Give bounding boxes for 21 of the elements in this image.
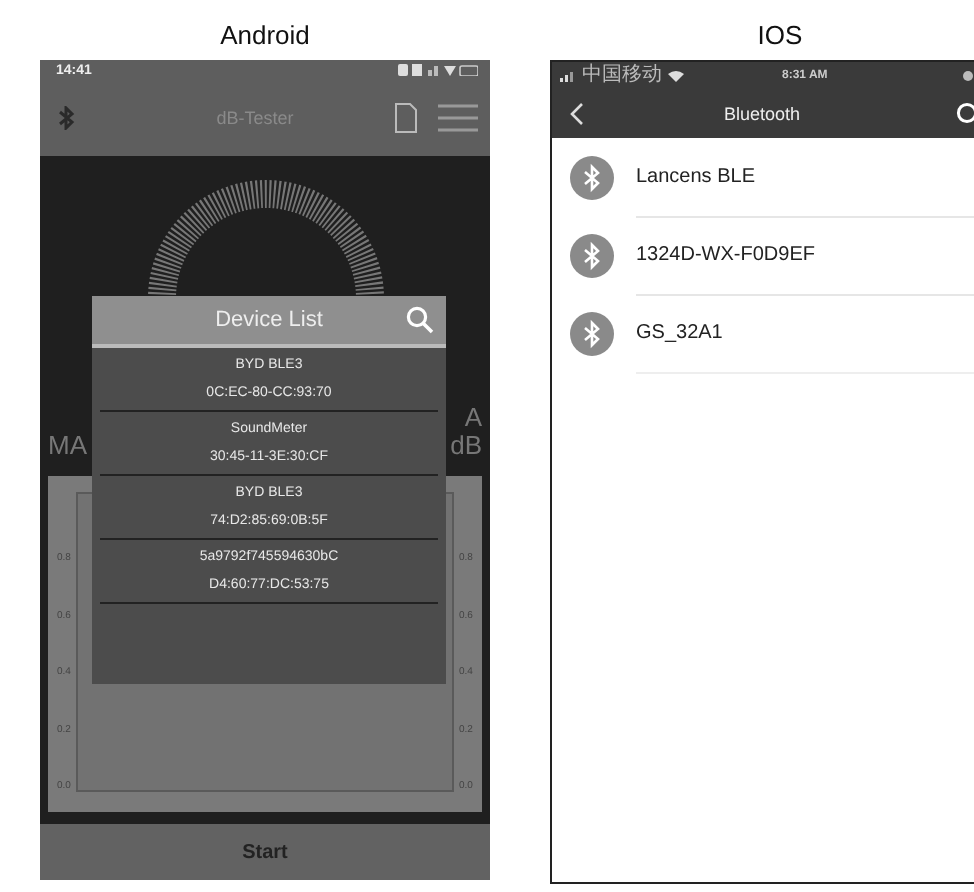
- bluetooth-icon: [570, 233, 614, 277]
- status-icons: [398, 64, 478, 76]
- bluetooth-icon: [570, 155, 614, 199]
- unit-label: dB: [450, 432, 482, 460]
- caption: IOS: [755, 18, 805, 54]
- dialog-title: Device List: [215, 308, 323, 332]
- max-label: MA: [48, 430, 87, 460]
- device-item[interactable]: 1324D-WX-F0D9EF: [570, 216, 974, 294]
- carrier-name: 中国移动: [582, 65, 662, 85]
- device-item[interactable]: GS_32A1: [570, 294, 974, 372]
- device-item[interactable]: Lancens BLE: [570, 138, 974, 216]
- screen-title: Bluetooth: [721, 103, 803, 123]
- unit-label: A: [464, 404, 482, 432]
- document-icon[interactable]: [394, 102, 418, 134]
- wifi-icon: [668, 69, 684, 81]
- bluetooth-icon: [570, 311, 614, 355]
- back-icon[interactable]: [568, 101, 584, 125]
- caption: Android: [218, 18, 312, 54]
- menu-icon[interactable]: [438, 104, 478, 132]
- signal-icon: [560, 69, 576, 81]
- bluetooth-icon[interactable]: [56, 106, 76, 130]
